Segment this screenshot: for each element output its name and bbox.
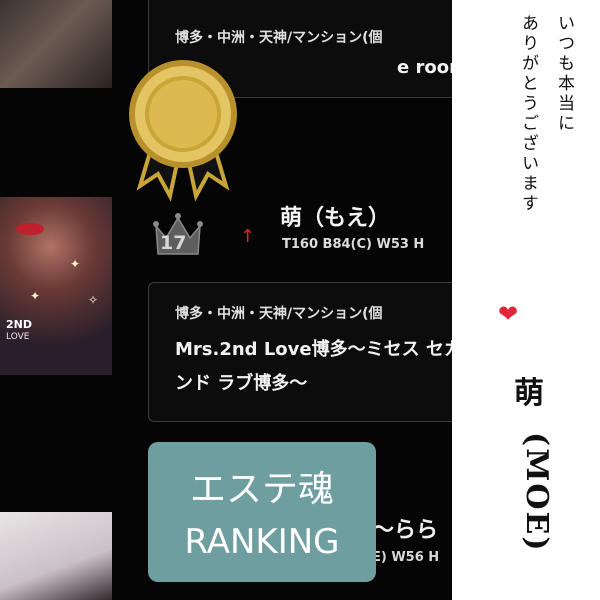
up-arrow-icon: ↑ [240,226,256,247]
girl-photo-moe[interactable]: ✦ ✧ ✦ 2ND LOVE [0,197,112,375]
gold-medal-icon [118,56,248,206]
shop-name: e room [397,57,452,78]
shop-area: 博多・中洲・天神/マンション(個 [175,306,383,322]
sparkle-icon: ✧ [88,293,99,307]
girl-name[interactable]: 萌（もえ） [280,200,390,232]
heart-icon: ❤ [498,300,519,328]
ranking-list: 博多・中洲・天神/マンション(個 e room ✦ ✧ ✦ 2ND LOVE 1… [0,0,452,600]
signature-romanized: (MOE) [519,432,554,553]
signature-name: 萌 [514,376,544,411]
banner-subtitle: RANKING [184,522,340,562]
banner-title: エステ魂 [189,469,334,510]
shop-card-2[interactable]: 博多・中洲・天神/マンション(個 Mrs.2nd Love博多〜ミセス セカンド… [148,282,452,422]
shop-area: 博多・中洲・天神/マンション(個 [175,30,383,46]
sparkle-icon: ✦ [70,257,81,271]
sparkle-icon: ✦ [30,289,41,303]
esthe-ranking-banner[interactable]: エステ魂 RANKING [148,442,376,582]
next-girl-measurements: E) W56 H [372,550,440,565]
girl-photo-top[interactable] [0,0,112,88]
girl-measurements: T160 B84(C) W53 H [282,237,425,252]
message-line-2: ありがとうございます [518,14,538,214]
rank-number: 17 [160,232,187,254]
message-line-1: いつも本当に [554,14,574,134]
next-girl-name[interactable]: 〜らら [372,512,438,544]
lips-detail [16,223,44,235]
shop-name: Mrs.2nd Love博多〜ミセス セカンド ラブ博多〜 [175,339,452,394]
2nd-love-badge: 2ND LOVE [6,318,32,343]
girl-photo-next[interactable] [0,512,112,600]
